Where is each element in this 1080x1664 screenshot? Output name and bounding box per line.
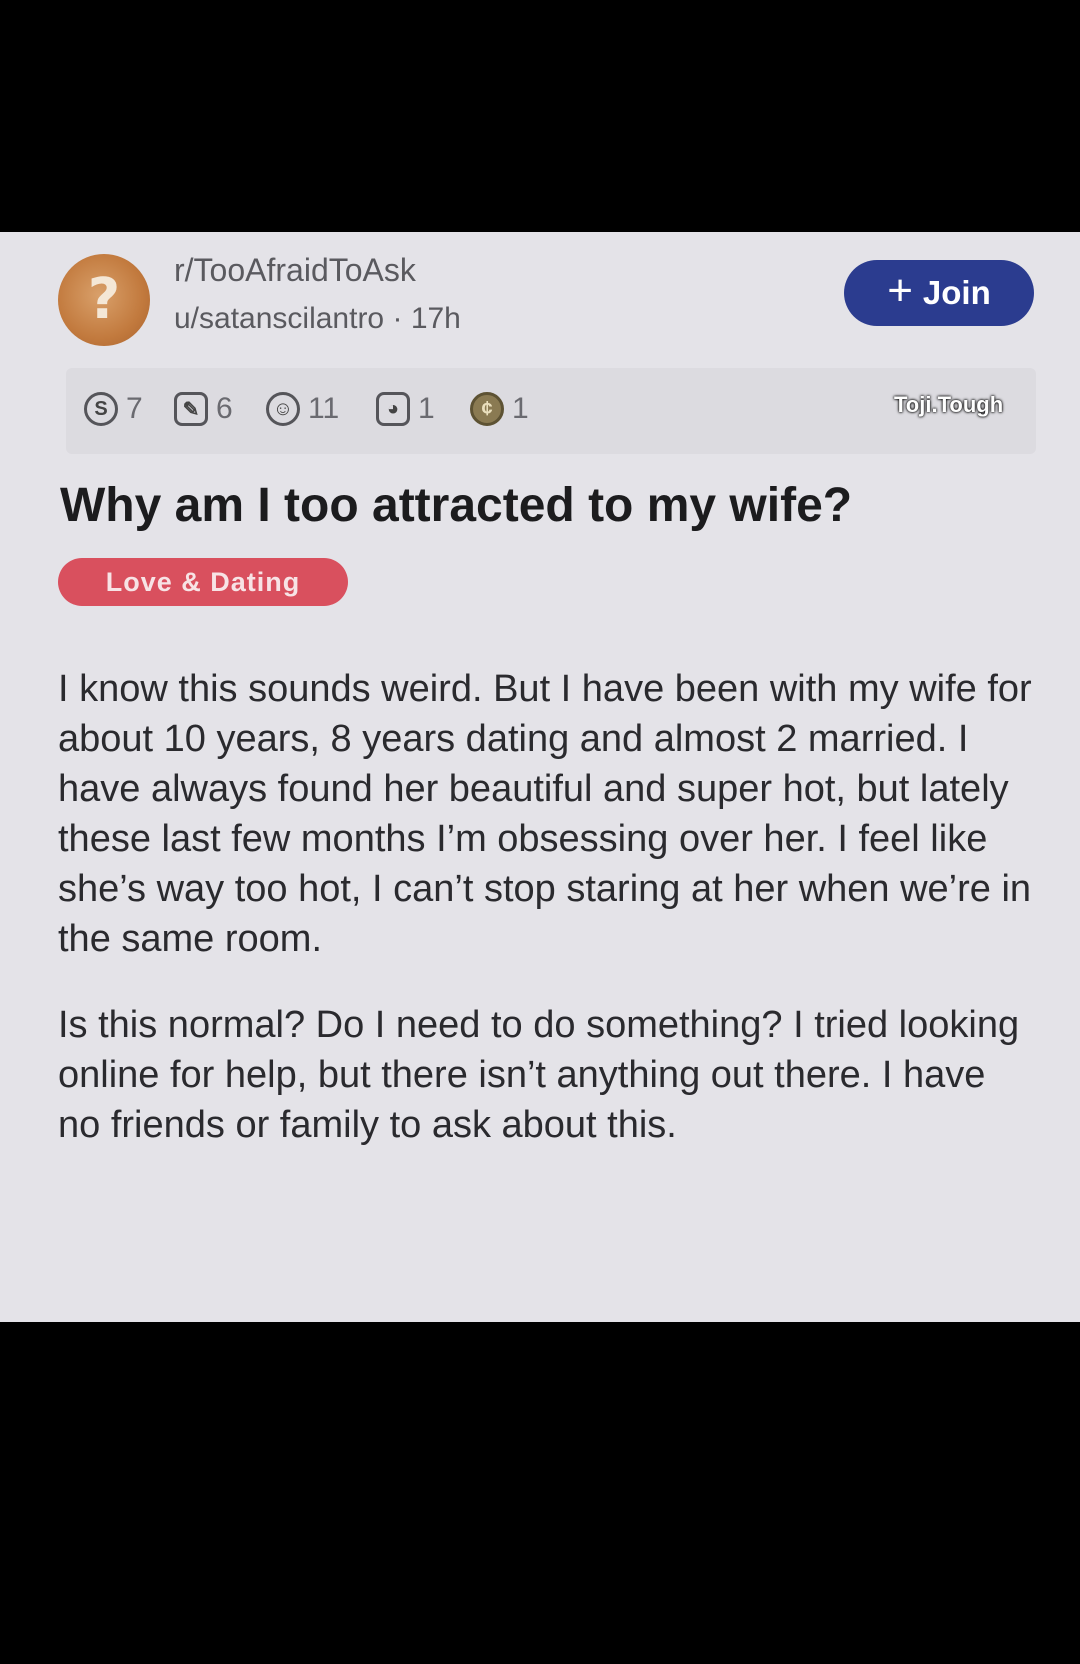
watermark-text: Toji.Tough [894,392,1004,417]
plus-icon: + [887,266,913,315]
subreddit-avatar[interactable]: ? [58,254,150,346]
award-item[interactable]: S 7 [84,392,143,426]
award-count: 1 [418,392,435,425]
post-age: 17h [410,302,461,335]
award-count: 6 [216,392,233,425]
post-body: I know this sounds weird. But I have bee… [58,664,1038,1186]
wholesome-award-icon: ☺ [266,392,300,426]
award-count: 11 [308,392,340,425]
post-card: ? r/TooAfraidToAsk u/satanscilantro · 17… [0,232,1080,1322]
post-meta: u/satanscilantro · 17h [174,302,461,336]
body-paragraph: Is this normal? Do I need to do somethin… [58,1004,1020,1146]
gold-coin-icon: ¢ [470,392,504,426]
post-flair[interactable]: Love & Dating [58,558,348,606]
join-label: Join [922,274,991,311]
award-item[interactable]: ¢ 1 [470,392,529,426]
award-item[interactable]: ◕ 1 [376,392,435,426]
meta-separator: · [392,302,403,335]
award-item[interactable]: ✎ 6 [174,392,233,426]
award-item[interactable]: ☺ 11 [266,392,339,426]
question-mark-icon: ? [87,267,121,332]
subreddit-name[interactable]: r/TooAfraidToAsk [174,252,416,289]
award-count: 7 [126,392,143,425]
author-name[interactable]: u/satanscilantro [174,302,384,335]
helpful-award-icon: ✎ [174,392,208,426]
post-title[interactable]: Why am I too attracted to my wife? [60,478,852,533]
doge-award-icon: ◕ [376,392,410,426]
body-paragraph: I know this sounds weird. But I have bee… [58,668,1032,960]
awards-bar: S 7 ✎ 6 ☺ 11 ◕ 1 ¢ 1 [66,368,1036,454]
award-count: 1 [512,392,529,425]
join-button[interactable]: + Join [844,260,1034,326]
silver-award-icon: S [84,392,118,426]
